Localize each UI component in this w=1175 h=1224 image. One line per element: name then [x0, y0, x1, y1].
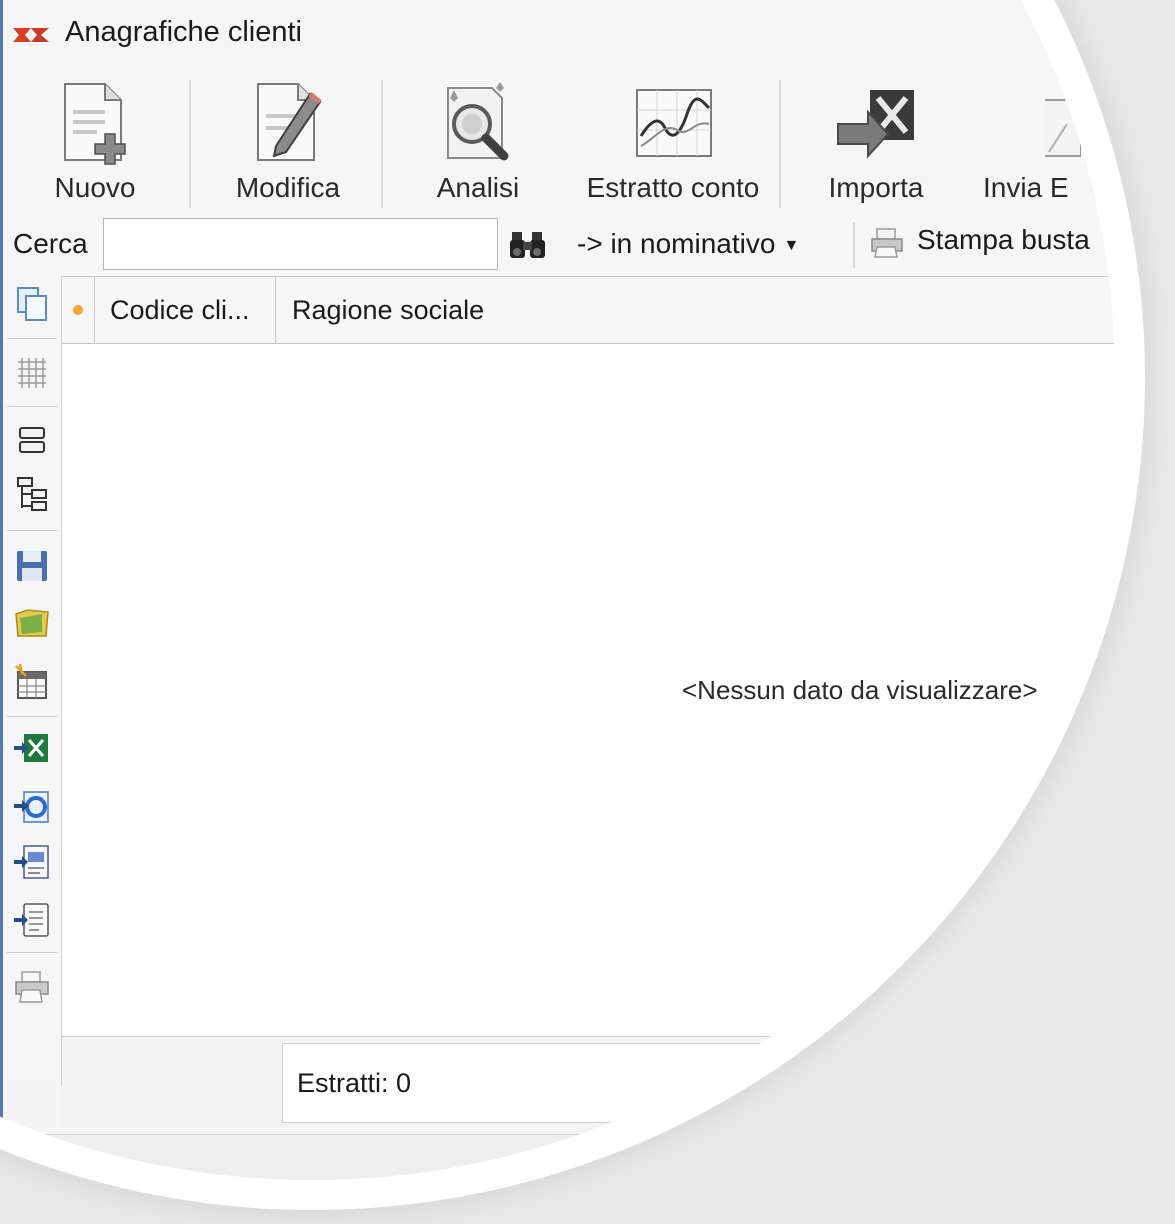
circular-crop: Anagrafiche clienti Nuovo Modifica Anali…	[0, 0, 1115, 1180]
chevron-down-icon: ▼	[783, 236, 800, 254]
search-input[interactable]	[103, 218, 498, 270]
row-indicator-column	[62, 277, 95, 343]
record-count: Estratti: 0	[297, 1068, 412, 1098]
edit-button[interactable]: Modifica	[203, 68, 373, 214]
import-button[interactable]: Importa	[803, 68, 949, 214]
screenshot-stage: Anagrafiche clienti Nuovo Modifica Anali…	[0, 0, 1175, 1224]
print-icon[interactable]	[12, 966, 52, 1006]
edit-document-icon	[257, 83, 322, 161]
analysis-magnifier-icon	[447, 82, 509, 161]
column-header-company-name[interactable]: Ragione sociale	[276, 277, 1115, 343]
toolbar-separator	[7, 952, 57, 953]
list-export-icon[interactable]	[12, 900, 52, 940]
line-chart-icon	[636, 89, 712, 157]
grid-icon[interactable]	[12, 352, 52, 392]
app-window: Anagrafiche clienti Nuovo Modifica Anali…	[0, 0, 1115, 1180]
toolbar-separator	[7, 716, 57, 717]
search-bar: Cerca -> in nominativo ▼ Stampa busta	[3, 214, 1115, 276]
send-button-label: Invia E	[983, 172, 1069, 203]
status-bar	[3, 1134, 1115, 1180]
new-button[interactable]: Nuovo	[15, 68, 175, 214]
ribbon-toolbar: Nuovo Modifica Analisi Estratto conto Im…	[3, 68, 1115, 214]
send-button[interactable]: Invia E	[969, 68, 1115, 214]
calendar-icon[interactable]	[12, 662, 52, 702]
new-row-indicator-icon	[73, 305, 83, 315]
print-envelope-button[interactable]: Stampa busta	[869, 224, 1090, 259]
analysis-button[interactable]: Analisi	[403, 68, 553, 214]
toolbar-separator	[853, 222, 855, 268]
excel-export-icon[interactable]	[12, 728, 52, 768]
search-scope-dropdown[interactable]: -> in nominativo ▼	[577, 228, 799, 260]
empty-grid-message: <Nessun dato da visualizzare>	[682, 675, 1038, 705]
app-logo-icon	[13, 28, 49, 42]
toolbar-separator	[7, 530, 57, 531]
binoculars-icon[interactable]	[508, 228, 548, 260]
statement-button[interactable]: Estratto conto	[573, 68, 773, 214]
grid-footer: Estratti: 0	[62, 1036, 1115, 1135]
record-count-box: Estratti: 0	[282, 1043, 1115, 1123]
web-export-icon[interactable]	[12, 786, 52, 826]
analysis-button-label: Analisi	[436, 172, 520, 203]
statement-button-label: Estratto conto	[586, 172, 760, 203]
copy-icon[interactable]	[12, 284, 52, 324]
print-envelope-label: Stampa busta	[917, 224, 1090, 255]
ribbon-separator	[779, 80, 781, 208]
save-icon[interactable]	[12, 546, 52, 586]
tree-icon[interactable]	[12, 474, 52, 514]
search-label: Cerca	[13, 228, 88, 259]
toolbar-separator	[7, 406, 57, 407]
left-toolbar	[3, 276, 62, 1086]
printer-icon	[871, 227, 903, 258]
window-title: Anagrafiche clienti	[65, 16, 302, 48]
ribbon-separator	[381, 80, 383, 208]
customers-grid[interactable]: Codice cli... Ragione sociale <Nessun da…	[62, 276, 1115, 1037]
import-button-label: Importa	[828, 172, 924, 203]
open-folder-icon[interactable]	[12, 602, 52, 642]
excel-import-icon	[837, 90, 914, 159]
ribbon-separator	[189, 80, 191, 208]
edit-button-label: Modifica	[235, 172, 341, 203]
new-button-label: Nuovo	[54, 172, 136, 203]
send-envelope-icon	[1045, 99, 1081, 157]
search-scope-label: -> in nominativo	[577, 228, 776, 259]
layout-icon[interactable]	[12, 420, 52, 460]
title-bar: Anagrafiche clienti	[3, 0, 1115, 68]
document-export-icon[interactable]	[12, 842, 52, 882]
toolbar-separator	[7, 338, 57, 339]
new-document-icon	[64, 83, 126, 165]
column-header-customer-code[interactable]: Codice cli...	[94, 277, 276, 343]
grid-header: Codice cli... Ragione sociale	[62, 277, 1115, 344]
